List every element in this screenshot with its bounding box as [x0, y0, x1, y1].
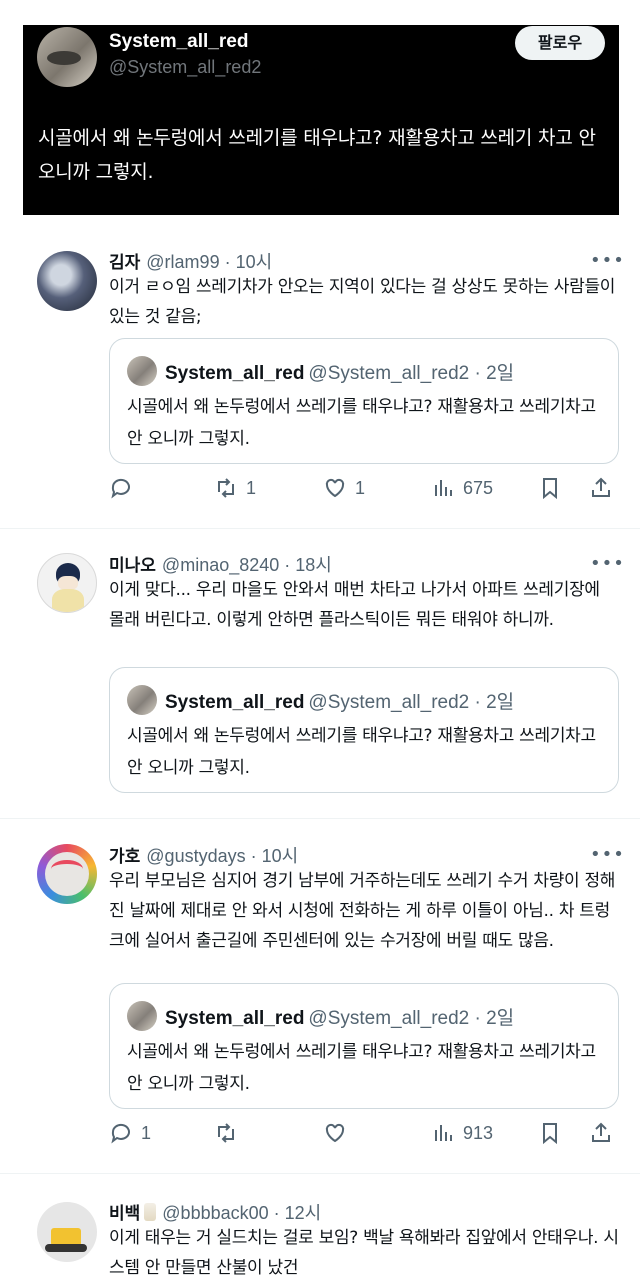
reply-text: 이거 ㄹㅇ임 쓰레기차가 안오는 지역이 있다는 걸 상상도 못하는 사람들이 … [109, 277, 616, 327]
like-button[interactable] [323, 1118, 347, 1148]
views-icon [435, 1125, 452, 1141]
like-count: 1 [355, 477, 366, 498]
quoted-text: 시골에서 왜 논두렁에서 쓰레기를 태우냐고? 재활용차고 쓰레기차고 안 오니… [127, 726, 596, 778]
reply-author-handle[interactable]: @rlam99 · 10시 [146, 252, 272, 272]
quoted-tweet[interactable]: System_all_red @System_all_red2 · 2일 시골에서… [109, 983, 619, 1109]
retweet-button[interactable]: 1 [214, 473, 256, 503]
divider [0, 1173, 640, 1174]
reply-text: 이게 태우는 거 실드치는 걸로 보임? 백날 욕해봐라 집앞에서 안태우나. … [109, 1228, 619, 1278]
views-button[interactable]: 675 [431, 473, 493, 503]
candle-emoji-icon [144, 1203, 157, 1221]
avatar[interactable] [37, 553, 97, 613]
bookmark-icon [543, 478, 557, 500]
retweet-icon [218, 1123, 234, 1143]
bookmark-button[interactable] [538, 1118, 562, 1148]
quoted-text: 시골에서 왜 논두렁에서 쓰레기를 태우냐고? 재활용차고 쓰레기차고 안 오니… [127, 1042, 596, 1094]
reply-icon [111, 1123, 130, 1144]
views-icon [435, 480, 452, 496]
reply-author-name[interactable]: 미나오 [109, 556, 156, 576]
bookmark-icon [543, 1123, 557, 1145]
share-button[interactable] [589, 473, 613, 503]
quoted-avatar [127, 685, 157, 715]
quoted-avatar [127, 1001, 157, 1031]
quoted-author-name: System_all_red [165, 1008, 305, 1029]
quoted-tweet[interactable]: System_all_red @System_all_red2 · 2일 시골에서… [109, 338, 619, 464]
reply-author-name[interactable]: 김자 [109, 253, 140, 273]
like-button[interactable]: 1 [323, 473, 365, 503]
author-handle[interactable]: @System_all_red2 [109, 57, 261, 78]
avatar[interactable] [37, 844, 97, 904]
views-count: 913 [463, 1122, 494, 1143]
reply-button[interactable]: 1 [109, 1118, 151, 1148]
views-button[interactable]: 913 [431, 1118, 493, 1148]
retweet-count: 1 [246, 477, 257, 498]
action-bar: 1 913 [109, 1118, 619, 1148]
quoted-tweet[interactable]: System_all_red @System_all_red2 · 2일 시골에서… [109, 667, 619, 793]
action-bar: 1 1 675 [109, 473, 619, 503]
bookmark-button[interactable] [538, 473, 562, 503]
quoted-text: 시골에서 왜 논두렁에서 쓰레기를 태우냐고? 재활용차고 쓰레기차고 안 오니… [127, 397, 596, 449]
author-name[interactable]: System_all_red [109, 31, 248, 53]
quoted-avatar [127, 356, 157, 386]
reply-count: 1 [141, 1122, 152, 1143]
reply-button[interactable] [109, 473, 133, 503]
reply-text: 이게 맞다... 우리 마을도 안와서 매번 차타고 나가서 아파트 쓰레기장에… [109, 580, 600, 630]
quoted-author-handle: @System_all_red2 · 2일 [308, 692, 515, 713]
retweet-button[interactable] [214, 1118, 238, 1148]
follow-button[interactable]: 팔로우 [515, 26, 605, 60]
avatar[interactable] [37, 251, 97, 311]
reply-text: 우리 부모님은 심지어 경기 남부에 거주하는데도 쓰레기 수거 차량이 정해진… [109, 871, 616, 951]
avatar[interactable] [37, 1202, 97, 1262]
quoted-author-handle: @System_all_red2 · 2일 [308, 1008, 515, 1029]
reply-icon [111, 478, 130, 499]
reply-author-name[interactable]: 비백 [109, 1204, 140, 1224]
retweet-icon [218, 478, 234, 498]
more-icon[interactable]: ••• [590, 553, 625, 574]
reply-author-name[interactable]: 가호 [109, 847, 140, 867]
reply-author-handle[interactable]: @bbbback00 · 12시 [162, 1203, 321, 1223]
share-icon [592, 477, 610, 497]
quoted-author-handle: @System_all_red2 · 2일 [308, 363, 515, 384]
main-tweet-text: 시골에서 왜 논두렁에서 쓰레기를 태우냐고? 재활용차고 쓰레기 차고 안 오… [38, 127, 596, 183]
heart-icon [325, 1123, 345, 1143]
main-tweet-card: System_all_red @System_all_red2 팔로우 시골에서… [23, 25, 619, 215]
more-icon[interactable]: ••• [590, 844, 625, 865]
quoted-author-name: System_all_red [165, 692, 305, 713]
more-icon[interactable]: ••• [590, 250, 625, 271]
share-icon [592, 1122, 610, 1142]
views-count: 675 [463, 477, 494, 498]
divider [0, 528, 640, 529]
quoted-author-name: System_all_red [165, 363, 305, 384]
share-button[interactable] [589, 1118, 613, 1148]
author-avatar[interactable] [37, 27, 97, 87]
heart-icon [325, 478, 345, 498]
reply-author-handle[interactable]: @gustydays · 10시 [146, 846, 298, 866]
divider [0, 818, 640, 819]
reply-author-handle[interactable]: @minao_8240 · 18시 [162, 555, 332, 575]
